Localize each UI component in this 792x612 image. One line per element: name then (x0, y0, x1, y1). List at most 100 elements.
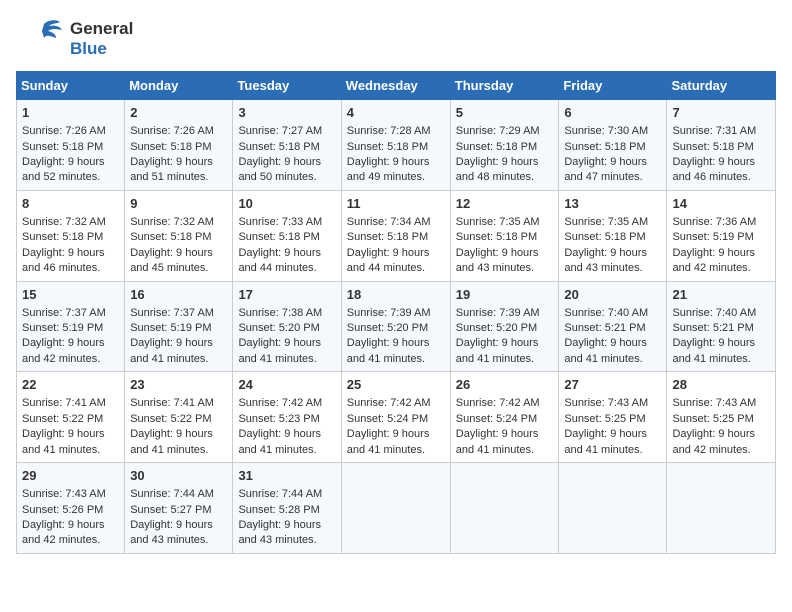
day-number: 14 (672, 195, 770, 213)
calendar-cell: 15Sunrise: 7:37 AMSunset: 5:19 PMDayligh… (17, 281, 125, 372)
calendar-cell: 22Sunrise: 7:41 AMSunset: 5:22 PMDayligh… (17, 372, 125, 463)
calendar-cell: 13Sunrise: 7:35 AMSunset: 5:18 PMDayligh… (559, 190, 667, 281)
daylight: Daylight: 9 hours and 41 minutes. (22, 428, 105, 455)
sunset: Sunset: 5:18 PM (130, 231, 211, 243)
sunrise: Sunrise: 7:42 AM (456, 397, 540, 409)
day-number: 9 (130, 195, 227, 213)
calendar-cell: 9Sunrise: 7:32 AMSunset: 5:18 PMDaylight… (125, 190, 233, 281)
calendar-week-row: 29Sunrise: 7:43 AMSunset: 5:26 PMDayligh… (17, 463, 776, 554)
calendar-week-row: 1 Sunrise: 7:26 AM Sunset: 5:18 PM Daylight… (17, 100, 776, 191)
daylight: Daylight: 9 hours and 48 minutes. (456, 156, 539, 183)
sunset: Sunset: 5:18 PM (672, 141, 753, 153)
sunrise: Sunrise: 7:43 AM (672, 397, 756, 409)
sunrise: Sunrise: 7:32 AM (130, 216, 214, 228)
daylight: Daylight: 9 hours and 44 minutes. (347, 247, 430, 274)
calendar-cell: 24Sunrise: 7:42 AMSunset: 5:23 PMDayligh… (233, 372, 341, 463)
day-number: 25 (347, 376, 445, 394)
calendar-cell: 21Sunrise: 7:40 AMSunset: 5:21 PMDayligh… (667, 281, 776, 372)
day-number: 4 (347, 104, 445, 122)
calendar-cell: 5 Sunrise: 7:29 AM Sunset: 5:18 PM Daylight… (450, 100, 559, 191)
sunrise: Sunrise: 7:38 AM (238, 307, 322, 319)
day-number: 30 (130, 467, 227, 485)
daylight: Daylight: 9 hours and 46 minutes. (672, 156, 755, 183)
calendar-cell: 8Sunrise: 7:32 AMSunset: 5:18 PMDaylight… (17, 190, 125, 281)
weekday-header-wednesday: Wednesday (341, 72, 450, 100)
calendar-table: SundayMondayTuesdayWednesdayThursdayFrid… (16, 71, 776, 554)
calendar-cell: 19Sunrise: 7:39 AMSunset: 5:20 PMDayligh… (450, 281, 559, 372)
calendar-cell: 3Sunrise: 7:27 AMSunset: 5:18 PMDaylight… (233, 100, 341, 191)
calendar-cell: 16Sunrise: 7:37 AMSunset: 5:19 PMDayligh… (125, 281, 233, 372)
day-number: 6 (564, 104, 661, 122)
daylight: Daylight: 9 hours and 41 minutes. (130, 428, 213, 455)
day-number: 20 (564, 286, 661, 304)
calendar-week-row: 22Sunrise: 7:41 AMSunset: 5:22 PMDayligh… (17, 372, 776, 463)
sunrise: Sunrise: 7:43 AM (22, 488, 106, 500)
daylight: Daylight: 9 hours and 49 minutes. (347, 156, 430, 183)
daylight: Daylight: 9 hours and 41 minutes. (564, 428, 647, 455)
sunrise: Sunrise: 7:43 AM (564, 397, 648, 409)
sunset: Sunset: 5:20 PM (456, 322, 537, 334)
sunset: Sunset: 5:25 PM (564, 413, 645, 425)
calendar-cell: 1 Sunrise: 7:26 AM Sunset: 5:18 PM Daylight… (17, 100, 125, 191)
calendar-cell: 25Sunrise: 7:42 AMSunset: 5:24 PMDayligh… (341, 372, 450, 463)
sunset: Sunset: 5:23 PM (238, 413, 319, 425)
daylight: Daylight: 9 hours and 43 minutes. (564, 247, 647, 274)
calendar-cell: 6Sunrise: 7:30 AMSunset: 5:18 PMDaylight… (559, 100, 667, 191)
calendar-cell: 11Sunrise: 7:34 AMSunset: 5:18 PMDayligh… (341, 190, 450, 281)
weekday-header-monday: Monday (125, 72, 233, 100)
day-number: 23 (130, 376, 227, 394)
sunset: Sunset: 5:27 PM (130, 504, 211, 516)
daylight: Daylight: 9 hours and 41 minutes. (130, 337, 213, 364)
sunset: Sunset: 5:18 PM (130, 141, 211, 153)
daylight: Daylight: 9 hours and 41 minutes. (238, 428, 321, 455)
day-number: 10 (238, 195, 335, 213)
day-number: 12 (456, 195, 554, 213)
daylight: Daylight: 9 hours and 42 minutes. (22, 519, 105, 546)
day-number: 27 (564, 376, 661, 394)
daylight: Daylight: 9 hours and 42 minutes. (22, 337, 105, 364)
sunrise: Sunrise: 7:35 AM (564, 216, 648, 228)
weekday-header-friday: Friday (559, 72, 667, 100)
weekday-header-sunday: Sunday (17, 72, 125, 100)
daylight: Daylight: 9 hours and 43 minutes. (456, 247, 539, 274)
calendar-cell: 14Sunrise: 7:36 AMSunset: 5:19 PMDayligh… (667, 190, 776, 281)
sunset: Sunset: 5:18 PM (347, 231, 428, 243)
sunset: Sunset: 5:18 PM (564, 141, 645, 153)
calendar-cell: 30Sunrise: 7:44 AMSunset: 5:27 PMDayligh… (125, 463, 233, 554)
sunrise: Sunrise: 7:39 AM (347, 307, 431, 319)
sunrise: Sunrise: 7:37 AM (22, 307, 106, 319)
daylight: Daylight: 9 hours and 52 minutes. (22, 156, 105, 183)
sunset: Sunset: 5:18 PM (456, 141, 537, 153)
calendar-cell (559, 463, 667, 554)
sunset: Sunset: 5:28 PM (238, 504, 319, 516)
sunrise: Sunrise: 7:27 AM (238, 125, 322, 137)
weekday-header-tuesday: Tuesday (233, 72, 341, 100)
day-number: 18 (347, 286, 445, 304)
day-number: 15 (22, 286, 119, 304)
daylight: Daylight: 9 hours and 46 minutes. (22, 247, 105, 274)
day-number: 1 (22, 104, 119, 122)
daylight: Daylight: 9 hours and 41 minutes. (347, 428, 430, 455)
daylight: Daylight: 9 hours and 43 minutes. (130, 519, 213, 546)
daylight: Daylight: 9 hours and 44 minutes. (238, 247, 321, 274)
weekday-header-row: SundayMondayTuesdayWednesdayThursdayFrid… (17, 72, 776, 100)
calendar-cell (667, 463, 776, 554)
logo-text-general: General (70, 19, 133, 39)
logo-text-blue: Blue (70, 39, 133, 59)
day-number: 11 (347, 195, 445, 213)
logo: General Blue (16, 16, 133, 61)
day-number: 8 (22, 195, 119, 213)
day-number: 3 (238, 104, 335, 122)
sunrise: Sunrise: 7:29 AM (456, 125, 540, 137)
daylight: Daylight: 9 hours and 41 minutes. (456, 337, 539, 364)
page-header: General Blue (16, 16, 776, 61)
sunset: Sunset: 5:26 PM (22, 504, 103, 516)
sunset: Sunset: 5:18 PM (22, 231, 103, 243)
sunset: Sunset: 5:18 PM (347, 141, 428, 153)
sunset: Sunset: 5:24 PM (347, 413, 428, 425)
weekday-header-saturday: Saturday (667, 72, 776, 100)
sunset: Sunset: 5:18 PM (22, 141, 103, 153)
day-number: 5 (456, 104, 554, 122)
sunrise: Sunrise: 7:26 AM (22, 125, 106, 137)
day-number: 7 (672, 104, 770, 122)
